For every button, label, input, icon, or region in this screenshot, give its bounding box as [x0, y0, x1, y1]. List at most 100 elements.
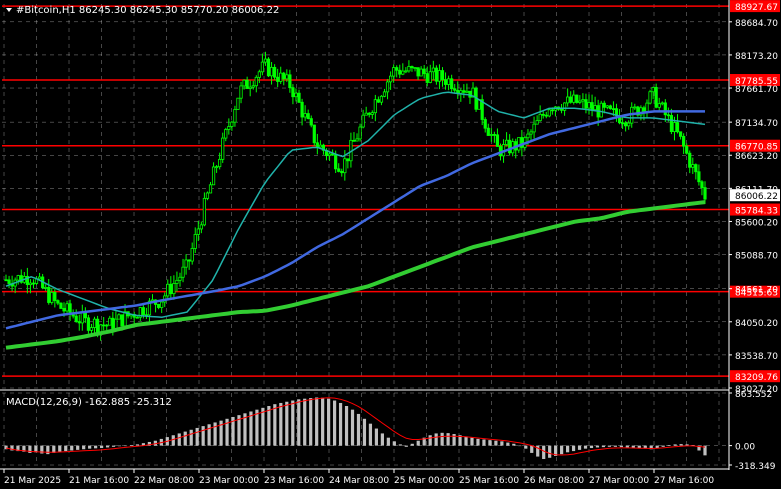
candle-body [77, 321, 81, 324]
candle-body [691, 164, 695, 168]
candle-body [508, 139, 512, 154]
candle-body [682, 135, 686, 147]
macd-title: MACD(12,26,9) -162.885 -25.312 [6, 397, 172, 408]
macd-bar [195, 427, 199, 446]
candle-body [593, 105, 597, 111]
candle-body [92, 318, 97, 328]
candle-body [633, 106, 637, 109]
macd-bar [189, 429, 193, 446]
candle-body [117, 314, 121, 320]
candle-body [50, 292, 54, 303]
candle-body [627, 122, 631, 127]
candle-body [346, 158, 350, 162]
macd-bar [530, 445, 534, 453]
candle-body [276, 76, 280, 82]
price-tick-label: 84050.20 [735, 319, 778, 329]
candle-body [407, 66, 411, 72]
candle-body [404, 70, 408, 73]
candle-body [590, 102, 594, 111]
macd-bar [338, 402, 343, 446]
price-tick-label: 85088.70 [735, 252, 778, 262]
candle-body [358, 126, 362, 140]
candle-body [31, 282, 36, 285]
time-tick-label: 21 Mar 16:00 [69, 476, 129, 486]
candle-body [178, 276, 182, 281]
candle-body [663, 102, 667, 116]
candle-body [538, 113, 542, 122]
candle-body [672, 122, 677, 133]
macd-bar [321, 397, 325, 446]
price-tick-label: 87661.70 [735, 85, 778, 95]
candle-body [413, 67, 417, 70]
macd-bar [512, 443, 516, 446]
macd-bar [386, 437, 390, 446]
macd-bar [488, 440, 492, 446]
candle-body [221, 137, 225, 160]
candle-body [581, 99, 585, 102]
candle-body [492, 134, 496, 136]
macd-bar [482, 439, 486, 446]
candle-body [352, 139, 356, 142]
candle-body [547, 109, 551, 117]
price-tick-label: 87134.70 [735, 119, 778, 129]
time-tick-label: 25 Mar 16:00 [459, 476, 519, 486]
trading-chart[interactable]: 88927.6787785.5586770.8585784.3384515.63… [0, 0, 781, 489]
candle-body [483, 119, 487, 129]
candle-body [465, 90, 469, 93]
macd-bar [500, 441, 504, 446]
level-label: 86770.85 [735, 143, 778, 153]
price-tick-label: 83538.70 [735, 352, 778, 362]
macd-bar [542, 445, 546, 460]
candle-body [279, 72, 283, 82]
candle-body [208, 184, 213, 194]
macd-bar [410, 443, 414, 446]
candle-body [16, 275, 20, 281]
macd-bar [88, 445, 92, 449]
price-tick-label: 88173.20 [735, 52, 778, 62]
candle-body [694, 164, 698, 173]
candle-body [297, 92, 301, 103]
time-tick-label: 27 Mar 00:00 [589, 476, 649, 486]
macd-bar [589, 445, 594, 449]
candle-body [544, 114, 548, 117]
macd-bar [135, 444, 140, 446]
macd-bar [99, 445, 104, 449]
candle-body [327, 153, 332, 157]
candle-body [245, 79, 249, 89]
time-tick-label: 23 Mar 00:00 [199, 476, 259, 486]
candle-body [141, 307, 145, 316]
macd-bar [344, 406, 349, 446]
macd-bar [362, 418, 367, 446]
candle-body [428, 71, 432, 83]
macd-bar [548, 445, 552, 458]
candle-body [166, 283, 170, 297]
candle-body [224, 129, 228, 139]
candle-body [648, 91, 652, 104]
candle-body [181, 266, 185, 278]
macd-bar [303, 398, 307, 446]
candle-body [269, 66, 274, 77]
candle-body [285, 74, 289, 80]
candle-body [7, 279, 11, 285]
candle-body [410, 66, 414, 69]
candle-body [440, 70, 445, 81]
candle-body [205, 192, 210, 199]
candle-body [187, 259, 191, 262]
macd-bar [267, 406, 271, 446]
macd-bar [416, 440, 420, 446]
macd-bar [398, 444, 402, 446]
candle-body [703, 187, 707, 200]
candle-body [599, 102, 603, 118]
macd-bar [129, 444, 134, 446]
macd-bar [595, 445, 600, 448]
macd-bar [261, 407, 265, 446]
candle-body [392, 67, 396, 77]
macd-bar [380, 433, 384, 446]
candle-body [47, 287, 51, 303]
candle-body [462, 90, 466, 93]
candle-body [642, 107, 646, 113]
candle-body [236, 97, 240, 110]
candle-body [4, 279, 8, 282]
macd-bar [183, 431, 187, 446]
macd-bar [494, 440, 498, 446]
